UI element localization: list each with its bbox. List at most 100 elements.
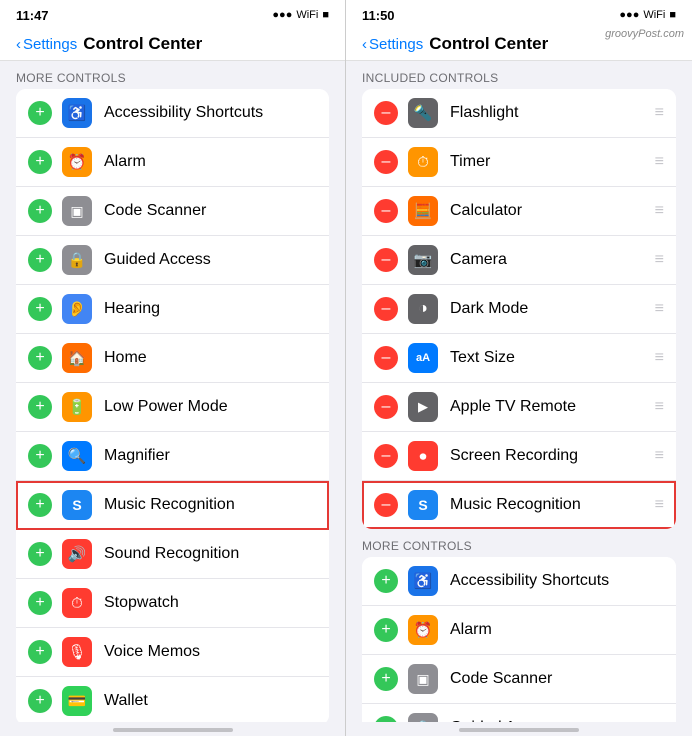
list-item-hearing[interactable]: + 👂 Hearing — [16, 285, 329, 334]
add-btn-low-power-mode[interactable]: + — [28, 395, 52, 419]
battery-icon-right: ■ — [669, 9, 676, 21]
list-item-guided-access-r[interactable]: + 🔒 Guided Access — [362, 704, 676, 722]
included-section-header: INCLUDED CONTROLS — [346, 61, 692, 89]
remove-btn-camera[interactable]: – — [374, 248, 398, 272]
drag-handle-text-size[interactable]: ≡ — [655, 349, 664, 367]
list-item-apple-tv-remote[interactable]: – ▶ Apple TV Remote ≡ — [362, 383, 676, 432]
add-btn-hearing[interactable]: + — [28, 297, 52, 321]
remove-btn-music-recognition-inc[interactable]: – — [374, 493, 398, 517]
item-label-code-scanner-r: Code Scanner — [450, 670, 664, 688]
item-label-alarm-r: Alarm — [450, 621, 664, 639]
app-icon-calculator: 🧮 — [408, 196, 438, 226]
add-btn-wallet[interactable]: + — [28, 689, 52, 713]
list-item-calculator[interactable]: – 🧮 Calculator ≡ — [362, 187, 676, 236]
time-right: 11:50 — [362, 8, 395, 23]
item-label-stopwatch: Stopwatch — [104, 594, 317, 612]
item-label-alarm: Alarm — [104, 153, 317, 171]
add-btn-sound-recognition[interactable]: + — [28, 542, 52, 566]
item-label-accessibility-shortcuts: Accessibility Shortcuts — [104, 104, 317, 122]
list-item-sound-recognition[interactable]: + 🔊 Sound Recognition — [16, 530, 329, 579]
app-icon-home: 🏠 — [62, 343, 92, 373]
add-btn-accessibility-shortcuts[interactable]: + — [28, 101, 52, 125]
add-btn-accessibility-shortcuts-r[interactable]: + — [374, 569, 398, 593]
app-icon-timer: ⏱ — [408, 147, 438, 177]
list-item-accessibility-shortcuts[interactable]: + ♿ Accessibility Shortcuts — [16, 89, 329, 138]
drag-handle-music-recognition-inc[interactable]: ≡ — [655, 496, 664, 514]
app-icon-screen-recording: ⏺ — [408, 441, 438, 471]
item-label-voice-memos: Voice Memos — [104, 643, 317, 661]
right-panel: 11:50 ●●● WiFi ■ groovyPost.com ‹ Settin… — [346, 0, 692, 736]
list-item-voice-memos[interactable]: + 🎙 Voice Memos — [16, 628, 329, 677]
list-item-camera[interactable]: – 📷 Camera ≡ — [362, 236, 676, 285]
item-label-flashlight: Flashlight — [450, 104, 647, 122]
app-icon-camera: 📷 — [408, 245, 438, 275]
signal-icon: ●●● — [272, 9, 292, 21]
list-item-home[interactable]: + 🏠 Home — [16, 334, 329, 383]
list-item-timer[interactable]: – ⏱ Timer ≡ — [362, 138, 676, 187]
status-bar-right: 11:50 ●●● WiFi ■ — [346, 0, 692, 28]
add-btn-magnifier[interactable]: + — [28, 444, 52, 468]
remove-btn-timer[interactable]: – — [374, 150, 398, 174]
app-icon-music-recognition-inc: S — [408, 490, 438, 520]
item-label-guided-access: Guided Access — [104, 251, 317, 269]
left-panel: 11:47 ●●● WiFi ■ ‹ Settings Control Cent… — [0, 0, 346, 736]
home-indicator-left — [113, 728, 233, 732]
list-item-magnifier[interactable]: + 🔍 Magnifier — [16, 432, 329, 481]
list-item-accessibility-shortcuts-r[interactable]: + ♿ Accessibility Shortcuts — [362, 557, 676, 606]
section-header-left: MORE CONTROLS — [0, 61, 345, 89]
remove-btn-screen-recording[interactable]: – — [374, 444, 398, 468]
app-icon-guided-access-r: 🔒 — [408, 713, 438, 722]
list-item-music-recognition-inc[interactable]: – S Music Recognition ≡ — [362, 481, 676, 529]
list-item-wallet[interactable]: + 💳 Wallet — [16, 677, 329, 722]
status-icons-right: ●●● WiFi ■ — [619, 9, 676, 21]
list-item-alarm[interactable]: + ⏰ Alarm — [16, 138, 329, 187]
list-item-flashlight[interactable]: – 🔦 Flashlight ≡ — [362, 89, 676, 138]
remove-btn-flashlight[interactable]: – — [374, 101, 398, 125]
list-item-low-power-mode[interactable]: + 🔋 Low Power Mode — [16, 383, 329, 432]
drag-handle-screen-recording[interactable]: ≡ — [655, 447, 664, 465]
remove-btn-text-size[interactable]: – — [374, 346, 398, 370]
drag-handle-apple-tv-remote[interactable]: ≡ — [655, 398, 664, 416]
list-item-dark-mode[interactable]: – ◑ Dark Mode ≡ — [362, 285, 676, 334]
item-label-hearing: Hearing — [104, 300, 317, 318]
list-item-code-scanner[interactable]: + ▣ Code Scanner — [16, 187, 329, 236]
drag-handle-calculator[interactable]: ≡ — [655, 202, 664, 220]
add-btn-stopwatch[interactable]: + — [28, 591, 52, 615]
scroll-area-left[interactable]: MORE CONTROLS + ♿ Accessibility Shortcut… — [0, 61, 345, 722]
remove-btn-apple-tv-remote[interactable]: – — [374, 395, 398, 419]
remove-btn-calculator[interactable]: – — [374, 199, 398, 223]
drag-handle-dark-mode[interactable]: ≡ — [655, 300, 664, 318]
list-item-text-size[interactable]: – aA Text Size ≡ — [362, 334, 676, 383]
add-btn-code-scanner-r[interactable]: + — [374, 667, 398, 691]
add-btn-alarm[interactable]: + — [28, 150, 52, 174]
more-controls-list-left: + ♿ Accessibility Shortcuts + ⏰ Alarm + … — [16, 89, 329, 722]
scroll-area-right[interactable]: INCLUDED CONTROLS – 🔦 Flashlight ≡ – ⏱ T… — [346, 61, 692, 722]
status-bar-left: 11:47 ●●● WiFi ■ — [0, 0, 345, 28]
app-icon-code-scanner-r: ▣ — [408, 664, 438, 694]
drag-handle-flashlight[interactable]: ≡ — [655, 104, 664, 122]
drag-handle-timer[interactable]: ≡ — [655, 153, 664, 171]
item-label-screen-recording: Screen Recording — [450, 447, 647, 465]
remove-btn-dark-mode[interactable]: – — [374, 297, 398, 321]
back-button-right[interactable]: ‹ Settings — [362, 36, 423, 53]
back-label-right: Settings — [369, 36, 423, 53]
list-item-guided-access[interactable]: + 🔒 Guided Access — [16, 236, 329, 285]
item-label-music-recognition-inc: Music Recognition — [450, 496, 647, 514]
add-btn-code-scanner[interactable]: + — [28, 199, 52, 223]
add-btn-home[interactable]: + — [28, 346, 52, 370]
add-btn-music-recognition[interactable]: + — [28, 493, 52, 517]
app-icon-music-recognition: S — [62, 490, 92, 520]
list-item-code-scanner-r[interactable]: + ▣ Code Scanner — [362, 655, 676, 704]
app-icon-guided-access: 🔒 — [62, 245, 92, 275]
list-item-screen-recording[interactable]: – ⏺ Screen Recording ≡ — [362, 432, 676, 481]
list-item-alarm-r[interactable]: + ⏰ Alarm — [362, 606, 676, 655]
list-item-music-recognition[interactable]: + S Music Recognition — [16, 481, 329, 530]
add-btn-guided-access[interactable]: + — [28, 248, 52, 272]
back-button-left[interactable]: ‹ Settings — [16, 36, 77, 53]
add-btn-guided-access-r[interactable]: + — [374, 716, 398, 722]
add-btn-alarm-r[interactable]: + — [374, 618, 398, 642]
list-item-stopwatch[interactable]: + ⏱ Stopwatch — [16, 579, 329, 628]
add-btn-voice-memos[interactable]: + — [28, 640, 52, 664]
drag-handle-camera[interactable]: ≡ — [655, 251, 664, 269]
item-label-timer: Timer — [450, 153, 647, 171]
